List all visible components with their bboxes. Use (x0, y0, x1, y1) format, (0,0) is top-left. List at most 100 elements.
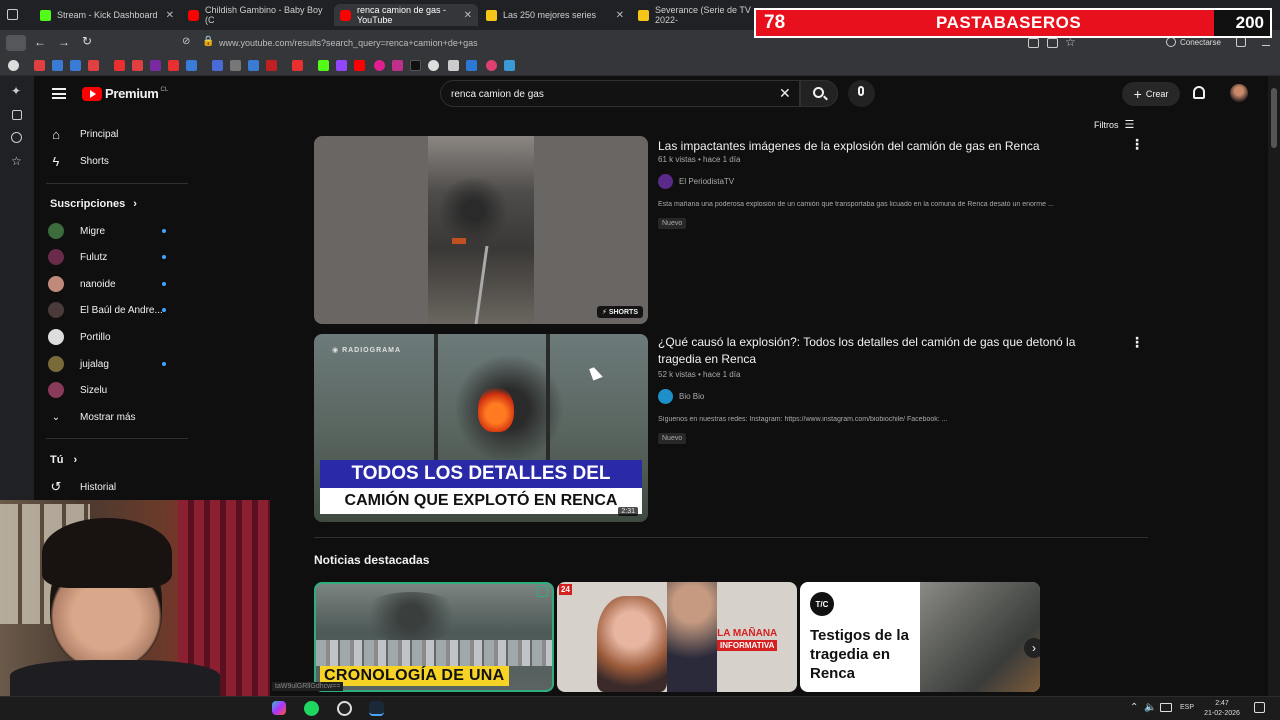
bookmark-icon[interactable] (150, 60, 161, 71)
news-card[interactable]: CRONOLOGÍA DE UNA (314, 582, 554, 692)
tab-imdb-severance[interactable]: Severance (Serie de TV 2022- (632, 4, 756, 26)
create-button[interactable]: + Crear (1122, 82, 1180, 106)
page-scrollbar[interactable] (1268, 76, 1280, 696)
sidebar-subscription[interactable]: Migre (48, 218, 105, 244)
bookmark-icon[interactable] (410, 60, 421, 71)
video-title[interactable]: ¿Qué causó la explosión?: Todos los deta… (658, 334, 1098, 368)
forward-icon[interactable]: → (58, 35, 70, 49)
sidebar-toggle-icon[interactable] (6, 35, 26, 51)
you-heading[interactable]: Tú › (50, 447, 77, 473)
bookmark-icon[interactable] (186, 60, 197, 71)
bookmark-icon[interactable] (266, 60, 277, 71)
bookmark-icon[interactable] (230, 60, 241, 71)
wallet-icon[interactable] (12, 110, 22, 120)
video-thumbnail[interactable]: ◉ RADIOGRAMA TODOS LOS DETALLES DEL CAMI… (314, 334, 648, 522)
profile-connect-button[interactable]: Conectarse (1166, 37, 1221, 47)
sidebar-subscription[interactable]: jujalag (48, 351, 109, 377)
obs-icon[interactable] (337, 701, 352, 716)
channel-link[interactable]: Bio Bio (658, 389, 704, 404)
bookmark-icon[interactable] (374, 60, 385, 71)
sidebar-subscription[interactable]: Portillo (48, 324, 111, 350)
bookmark-icon[interactable] (248, 60, 259, 71)
bookmark-icon[interactable] (70, 60, 81, 71)
bookmark-icon[interactable] (292, 60, 303, 71)
clear-search-icon[interactable]: ✕ (779, 85, 791, 102)
spotify-icon[interactable] (304, 701, 319, 716)
language-indicator[interactable]: ESP (1180, 704, 1194, 711)
carousel-next-button[interactable]: › (1024, 638, 1040, 658)
bookmark-icon[interactable] (132, 60, 143, 71)
bookmark-icon[interactable] (466, 60, 477, 71)
notification-center-icon[interactable] (1254, 702, 1265, 713)
search-input[interactable]: renca camion de gas ✕ (440, 80, 800, 107)
new-content-dot (162, 229, 166, 233)
favorites-icon[interactable]: ☆ (11, 154, 22, 168)
screenshot-icon[interactable] (1028, 38, 1039, 48)
history-icon[interactable] (11, 132, 22, 143)
extensions-icon[interactable] (1236, 37, 1246, 47)
news-card[interactable]: T/C Testigos de la tragedia en Renca › (800, 582, 1040, 692)
bookmark-icon[interactable] (88, 60, 99, 71)
bookmark-icon[interactable] (448, 60, 459, 71)
sidebar-item-principal[interactable]: ⌂ Principal (48, 121, 118, 147)
more-options-icon[interactable]: ⋮ (1130, 136, 1144, 153)
video-result[interactable]: ⚡ SHORTS Las impactantes imágenes de la … (314, 136, 1148, 324)
ai-icon[interactable]: ✦ (11, 84, 21, 98)
bookmark-icon[interactable] (52, 60, 63, 71)
tab-label: Stream - Kick Dashboard (57, 10, 158, 20)
video-thumbnail[interactable]: ⚡ SHORTS (314, 136, 648, 324)
chevron-up-icon[interactable]: ⌃ (1130, 702, 1138, 713)
bookmark-icon[interactable] (318, 60, 329, 71)
show-more-button[interactable]: ⌄ Mostrar más (48, 404, 136, 430)
filters-button[interactable]: Filtros ☰ (1094, 118, 1134, 131)
back-icon[interactable]: ← (34, 35, 46, 49)
reload-icon[interactable]: ↻ (82, 34, 92, 48)
bookmark-icon[interactable] (486, 60, 497, 71)
sidebar-item-historial[interactable]: ↺ Historial (48, 474, 117, 500)
sidebar-subscription[interactable]: Sizelu (48, 377, 107, 403)
sidebar-item-shorts[interactable]: ϟ Shorts (48, 148, 109, 174)
channel-link[interactable]: El PeriodistaTV (658, 174, 734, 189)
guide-menu-icon[interactable] (52, 88, 66, 99)
new-badge: Nuevo (658, 218, 687, 229)
tab-youtube-search[interactable]: renca camion de gas - YouTube ✕ (334, 4, 478, 26)
tab-imdb-series[interactable]: Las 250 mejores series ✕ (480, 4, 630, 26)
account-avatar[interactable] (1230, 84, 1248, 102)
bookmark-icon[interactable] (428, 60, 439, 71)
video-title[interactable]: Las impactantes imágenes de la explosión… (658, 138, 1088, 155)
search-button[interactable] (800, 80, 838, 107)
bookmark-icon[interactable] (504, 60, 515, 71)
network-icon[interactable] (1160, 703, 1172, 712)
bookmark-icon[interactable] (8, 60, 19, 71)
tab-kick-dashboard[interactable]: Stream - Kick Dashboard ✕ (34, 4, 180, 26)
steam-icon[interactable] (369, 701, 384, 716)
close-tab-icon[interactable]: ✕ (166, 10, 174, 21)
more-options-icon[interactable]: ⋮ (1130, 334, 1144, 351)
bookmark-icon[interactable] (354, 60, 365, 71)
clock[interactable]: 2:47 21-02-2026 (1200, 699, 1244, 719)
bookmark-icon[interactable] (168, 60, 179, 71)
close-tab-icon[interactable]: ✕ (464, 10, 472, 21)
notifications-bell-icon[interactable] (1193, 86, 1205, 99)
video-result[interactable]: ◉ RADIOGRAMA TODOS LOS DETALLES DEL CAMI… (314, 334, 1148, 522)
subscriptions-heading[interactable]: Suscripciones › (50, 191, 137, 217)
sidebar-subscription[interactable]: El Baúl de Andre... (48, 297, 163, 323)
news-card[interactable]: 24 LA MAÑANA INFORMATIVA (557, 582, 797, 692)
voice-search-button[interactable] (848, 80, 875, 107)
close-tab-icon[interactable]: ✕ (616, 10, 624, 21)
bookmark-icon[interactable] (34, 60, 45, 71)
sidebar-subscription[interactable]: Fulutz (48, 244, 107, 270)
site-info-icon[interactable]: ⊘ (182, 36, 190, 47)
youtube-logo[interactable]: Premium CL (82, 86, 168, 101)
bookmark-icon[interactable] (212, 60, 223, 71)
workspaces-icon[interactable] (7, 9, 18, 20)
bookmark-icon[interactable] (114, 60, 125, 71)
scrollbar-thumb[interactable] (1271, 88, 1277, 148)
bookmark-icon[interactable] (336, 60, 347, 71)
save-icon[interactable] (1047, 38, 1058, 48)
tab-youtube-music[interactable]: Childish Gambino - Baby Boy (C (182, 4, 332, 26)
volume-icon[interactable]: 🔈 (1144, 702, 1156, 713)
sidebar-subscription[interactable]: nanoide (48, 271, 116, 297)
bookmark-icon[interactable] (392, 60, 403, 71)
app-icon[interactable] (272, 701, 286, 715)
